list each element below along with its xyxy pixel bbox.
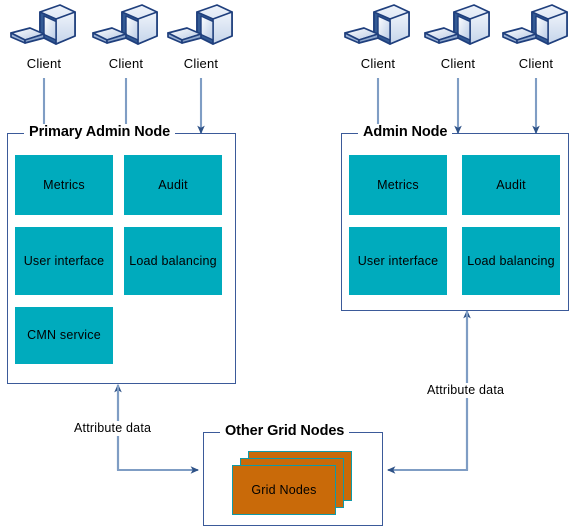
tile-label: Load balancing [129,253,217,268]
tile-label: CMN service [27,328,101,342]
desktop-computer-icon [10,4,76,45]
grid-node-card-front: Grid Nodes [232,465,336,515]
tile-label: User interface [357,253,439,268]
tile-primary-audit: Audit [124,155,222,215]
tile-primary-metrics: Metrics [15,155,113,215]
grid-nodes-stack: Grid Nodes [232,451,360,519]
tile-label: User interface [23,253,105,268]
desktop-computer-icon [167,4,233,45]
client-2: Client [88,2,164,74]
client-label: Client [26,56,62,71]
tile-admin-load-balancing: Load balancing [462,227,560,295]
desktop-computer-icon [344,4,410,45]
edge-label-text: Attribute data [427,383,505,397]
admin-node-title: Admin Node [358,124,453,141]
tile-admin-audit: Audit [462,155,560,215]
client-4: Client [340,2,416,74]
other-grid-nodes-title: Other Grid Nodes [220,423,350,440]
tile-primary-load-balancing: Load balancing [124,227,222,295]
desktop-computer-icon [502,4,568,45]
client-5: Client [420,2,496,74]
tile-label: Metrics [43,177,85,192]
desktop-computer-icon [424,4,490,45]
desktop-computer-icon [92,4,158,45]
client-label: Client [360,56,396,71]
edge-label-attribute-data-right: Attribute data [424,383,508,398]
client-label: Client [108,56,144,71]
tile-admin-user-interface: User interface [349,227,447,295]
client-6: Client [498,2,572,74]
client-label: Client [518,56,554,71]
client-label: Client [440,56,476,71]
tile-primary-cmn-service: CMN service [15,307,113,364]
client-label: Client [183,56,219,71]
tile-label: Metrics [377,177,419,192]
tile-label: Load balancing [467,253,555,268]
tile-primary-user-interface: User interface [15,227,113,295]
diagram-canvas: Client Client Client Client Client Clien… [0,0,572,530]
tile-admin-metrics: Metrics [349,155,447,215]
edge-label-text: Attribute data [74,421,152,435]
grid-nodes-label: Grid Nodes [251,483,317,497]
tile-label: Audit [158,177,188,192]
client-3: Client [163,2,239,74]
edge-label-attribute-data-left: Attribute data [71,421,155,436]
primary-admin-node-title: Primary Admin Node [24,124,176,141]
client-1: Client [6,2,82,74]
tile-label: Audit [496,177,526,192]
